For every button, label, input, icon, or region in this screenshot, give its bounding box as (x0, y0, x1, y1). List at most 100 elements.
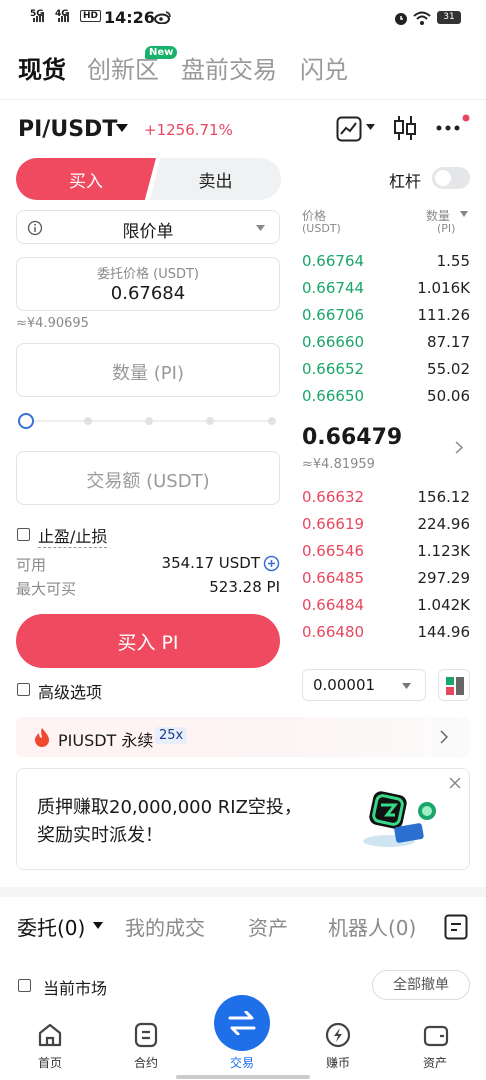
order-type-value: 限价单 (122, 222, 174, 242)
ask-price: 0.66660 (302, 333, 365, 351)
chart-dropdown-icon[interactable] (366, 124, 375, 131)
bid-price: 0.66619 (302, 515, 365, 533)
bid-qty: 1.042K (417, 596, 470, 614)
battery-level: 31 (443, 12, 455, 22)
kline-chart-icon[interactable] (336, 116, 362, 142)
contract-icon[interactable] (134, 1022, 158, 1048)
tab-bots[interactable]: 机器人(0) (328, 912, 416, 941)
assets-icon[interactable] (423, 1022, 449, 1048)
available-value: 354.17 USDT (161, 554, 260, 572)
add-funds-icon[interactable] (263, 555, 280, 572)
pair-dropdown-icon[interactable] (116, 124, 128, 133)
tab-my-trades[interactable]: 我的成交 (125, 912, 205, 941)
orders-dropdown-icon[interactable] (93, 922, 103, 930)
advanced-options-checkbox[interactable] (17, 683, 30, 696)
home-icon[interactable] (37, 1022, 63, 1048)
max-buy-label: 最大可买 (16, 580, 77, 598)
price-input[interactable]: 委托价格 (USDT) 0.67684 (16, 257, 280, 311)
qty-unit-dropdown-icon[interactable] (460, 211, 468, 217)
leverage-toggle[interactable] (432, 167, 470, 189)
last-price-cny: ≈¥4.81959 (302, 457, 375, 472)
bid-price: 0.66485 (302, 569, 365, 587)
slider-step-100[interactable] (268, 417, 276, 425)
orderbook-qty-unit: (PI) (437, 222, 456, 235)
close-icon[interactable] (449, 777, 461, 789)
ask-price: 0.66706 (302, 306, 365, 324)
more-menu-icon[interactable] (436, 114, 470, 134)
quantity-placeholder: 数量 (PI) (112, 363, 184, 384)
nav-assets-label[interactable]: 资产 (423, 1054, 447, 1071)
amount-slider-handle[interactable] (18, 413, 34, 429)
battery-icon: 31 (437, 11, 461, 24)
slider-step-50[interactable] (145, 417, 153, 425)
ask-row[interactable]: 0.66650 50.06 (302, 387, 470, 413)
quantity-input[interactable]: 数量 (PI) (16, 343, 280, 397)
order-type-select[interactable]: 限价单 (16, 210, 280, 244)
bid-row[interactable]: 0.66485 297.29 (302, 569, 470, 595)
price-change-percent: +1256.71% (144, 121, 233, 139)
chevron-right-icon[interactable] (455, 441, 463, 454)
current-market-checkbox[interactable] (18, 979, 31, 992)
ask-row[interactable]: 0.66764 1.55 (302, 252, 470, 278)
buy-side-tab[interactable]: 买入 (16, 158, 156, 200)
bid-row[interactable]: 0.66546 1.123K (302, 542, 470, 568)
ask-row[interactable]: 0.66744 1.016K (302, 279, 470, 305)
tab-convert[interactable]: 闪兑 (300, 50, 348, 85)
orderbook-layout-button[interactable] (438, 669, 470, 701)
nav-trade-label[interactable]: 交易 (230, 1054, 254, 1071)
promo-coin-illustration (363, 791, 436, 847)
tab-spot[interactable]: 现货 (18, 50, 66, 85)
tab-open-orders[interactable]: 委托(0) (17, 912, 85, 941)
ask-row[interactable]: 0.66660 87.17 (302, 333, 470, 359)
nav-contract-label[interactable]: 合约 (134, 1054, 158, 1071)
cancel-all-button[interactable]: 全部撤单 (372, 970, 470, 1000)
tpsl-checkbox[interactable] (17, 528, 30, 541)
candlestick-icon[interactable] (392, 114, 418, 142)
advanced-options-label[interactable]: 高级选项 (38, 679, 102, 703)
slider-step-25[interactable] (84, 417, 92, 425)
tab-assets[interactable]: 资产 (248, 912, 288, 941)
price-cny-estimate: ≈¥4.90695 (16, 316, 89, 331)
amount-input[interactable]: 交易额 (USDT) (16, 451, 280, 505)
bid-qty: 297.29 (417, 569, 471, 587)
pair-title[interactable]: PI/USDT (18, 117, 117, 142)
tab-premarket[interactable]: 盘前交易 (181, 50, 277, 85)
current-market-label: 当前市场 (43, 979, 108, 998)
ask-qty: 87.17 (427, 333, 470, 351)
tpsl-label[interactable]: 止盈/止损 (38, 523, 108, 548)
nav-home-label[interactable]: 首页 (38, 1054, 62, 1071)
earn-icon[interactable] (325, 1022, 351, 1048)
home-indicator (176, 1075, 310, 1079)
promo-line-1: 质押赚取20,000,000 RIZ空投， (37, 797, 302, 818)
price-input-value[interactable]: 0.67684 (17, 283, 279, 304)
sell-side-tab[interactable]: 卖出 (150, 158, 281, 200)
wifi-icon (413, 11, 431, 25)
bid-qty: 144.96 (417, 623, 471, 641)
price-input-label: 委托价格 (USDT) (97, 267, 199, 282)
signal-bars-icon (58, 12, 69, 22)
bid-row[interactable]: 0.66480 144.96 (302, 623, 470, 649)
bid-row[interactable]: 0.66632 156.12 (302, 488, 470, 514)
leverage-badge: 25x (155, 727, 188, 744)
new-badge: New (145, 46, 178, 59)
ask-row[interactable]: 0.66652 55.02 (302, 360, 470, 386)
section-separator (0, 887, 486, 897)
nav-earn-label[interactable]: 赚币 (326, 1054, 350, 1071)
promo-card[interactable]: 质押赚取20,000,000 RIZ空投， 奖励实时派发！ (16, 768, 470, 870)
bid-row[interactable]: 0.66484 1.042K (302, 596, 470, 622)
trade-fab[interactable] (214, 995, 270, 1051)
buy-pi-button[interactable]: 买入 PI (16, 614, 280, 668)
bid-row[interactable]: 0.66619 224.96 (302, 515, 470, 541)
last-price[interactable]: 0.66479 (302, 425, 402, 450)
chevron-down-icon (402, 683, 411, 689)
signal-bars-icon (33, 12, 44, 22)
alarm-icon (395, 13, 407, 25)
ask-qty: 1.55 (436, 252, 470, 270)
perpetual-banner[interactable]: PIUSDT 永续 25x (16, 717, 470, 757)
order-history-icon[interactable] (444, 914, 468, 940)
precision-select[interactable]: 0.00001 (302, 669, 426, 701)
bid-price: 0.66546 (302, 542, 365, 560)
bid-qty: 156.12 (417, 488, 471, 506)
slider-step-75[interactable] (206, 417, 214, 425)
ask-row[interactable]: 0.66706 111.26 (302, 306, 470, 332)
